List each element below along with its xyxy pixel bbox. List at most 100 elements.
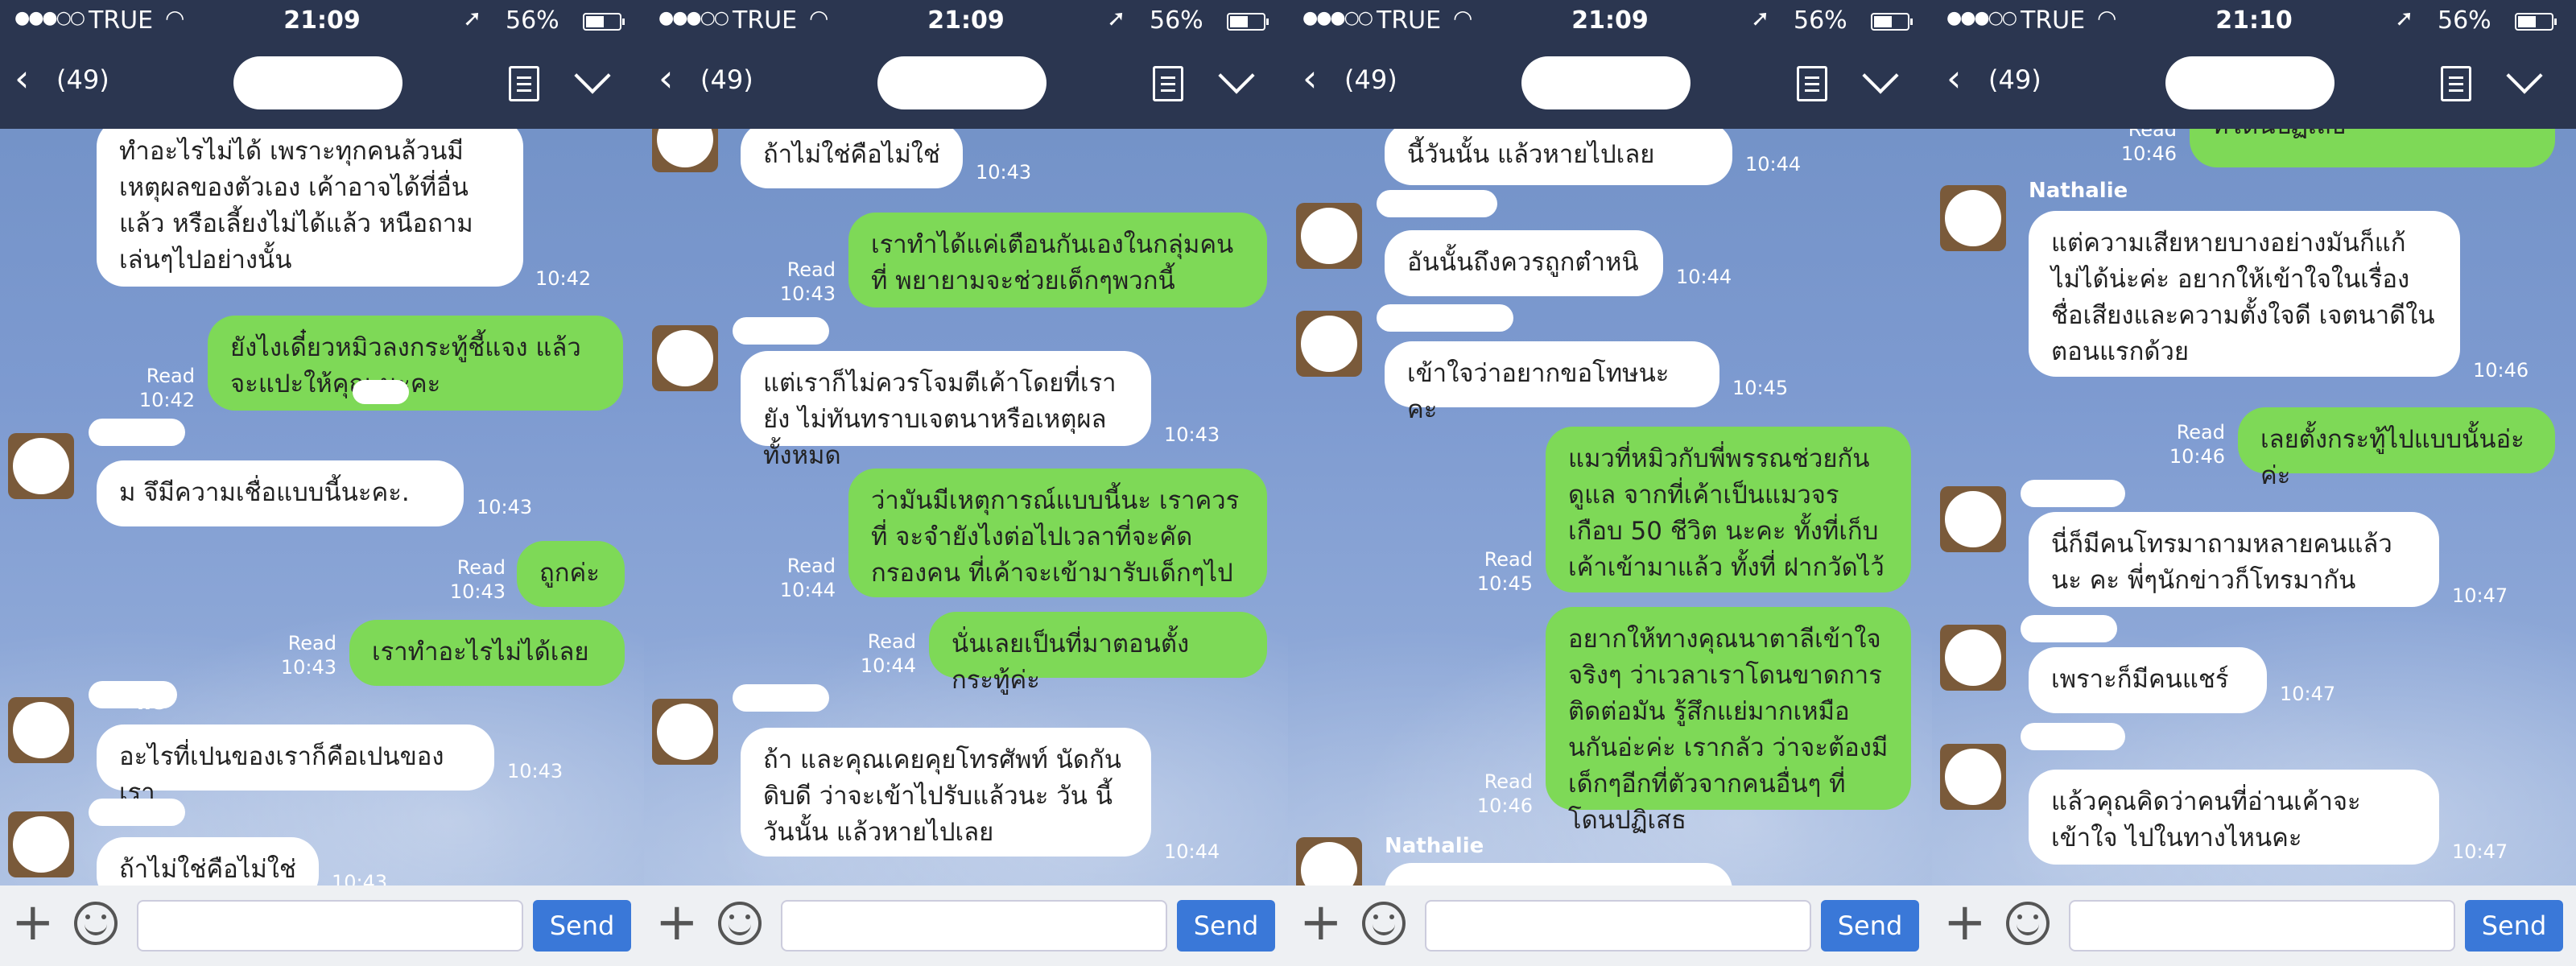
- message-bubble-outgoing: เราทำได้แค่เตือนกันเองในกลุ่มคนที่ พยายา…: [848, 213, 1267, 308]
- message-bubble-outgoing: แมวที่หมิวกับพี่พรรณช่วยกันดูแล จากที่เค…: [1546, 427, 1911, 592]
- avatar[interactable]: [1296, 837, 1362, 886]
- sender-name-redacted: [2021, 615, 2117, 642]
- message-bubble-incoming: ม จึมีความเชื่อแบบนี้นะคะ.: [97, 460, 464, 526]
- nav-bar: ‹ (49): [1288, 48, 1932, 121]
- status-bar: ●●●○○ TRUE ◠ 21:09 ➚ 56%: [1288, 0, 1932, 42]
- notes-icon[interactable]: [509, 66, 539, 101]
- message-list[interactable]: ทำอะไรไม่ได้ เพราะทุกคนล้วนมี เหตุผลของต…: [0, 129, 644, 886]
- message-time: 10:44: [1676, 266, 1732, 288]
- message-time: 10:46: [2120, 142, 2177, 165]
- status-bar: ●●●○○ TRUE ◠ 21:10 ➚ 56%: [1932, 0, 2576, 42]
- message-time: 10:47: [2452, 584, 2508, 607]
- plus-icon[interactable]: +: [11, 897, 55, 948]
- send-button[interactable]: Send: [2465, 900, 2563, 952]
- message-time: 10:46: [1476, 795, 1533, 817]
- message-bubble-outgoing: ถูกค่ะ: [517, 541, 625, 607]
- message-bubble-outgoing: ยังไงเดี๋ยวหมิวลงกระทู้ชี้แจง แล้วจะแปะใ…: [208, 316, 623, 411]
- avatar[interactable]: [652, 325, 718, 391]
- chevron-down-icon[interactable]: [1862, 57, 1899, 94]
- message-time: 10:44: [779, 579, 836, 601]
- avatar[interactable]: [1296, 311, 1362, 377]
- message-time: 10:43: [332, 871, 388, 886]
- unread-count[interactable]: (49): [1344, 64, 1397, 95]
- chevron-down-icon[interactable]: [1218, 57, 1255, 94]
- unread-count[interactable]: (49): [1988, 64, 2041, 95]
- avatar[interactable]: [1296, 203, 1362, 269]
- message-time: 10:42: [535, 267, 592, 290]
- message-bubble-incoming: ถ้าไม่ใช่คือไม่ใช่: [97, 837, 319, 886]
- message-list[interactable]: ถ้าไม่ใช่คือไม่ใช่ 10:43 เราทำได้แค่เตือ…: [644, 129, 1288, 886]
- message-list[interactable]: นี้วันนั้น แล้วหายไปเลย 10:44 อันนั้นถึง…: [1288, 129, 1932, 886]
- back-chevron-icon[interactable]: ‹: [658, 60, 673, 97]
- message-bubble-outgoing: เราทำอะไรไม่ได้เลย: [349, 620, 625, 686]
- battery-percent: 56%: [1150, 6, 1203, 35]
- chat-screen-4: ●●●○○ TRUE ◠ 21:10 ➚ 56% ‹ (49) ที่โดนปฏ…: [1932, 0, 2576, 966]
- message-time: 10:45: [1476, 572, 1533, 595]
- chevron-down-icon[interactable]: [2506, 57, 2543, 94]
- message-input[interactable]: [781, 900, 1167, 952]
- send-button[interactable]: Send: [1177, 900, 1275, 952]
- message-input[interactable]: [137, 900, 523, 952]
- plus-icon[interactable]: +: [1299, 897, 1343, 948]
- avatar[interactable]: [1940, 486, 2006, 552]
- message-list[interactable]: ที่โดนปฏิเสธ Read10:46 Nathalie แต่ความเ…: [1932, 129, 2576, 886]
- read-label: Read: [2176, 421, 2225, 444]
- send-button[interactable]: Send: [1821, 900, 1919, 952]
- notes-icon[interactable]: [1797, 66, 1827, 101]
- message-bubble-incoming: นี่ก็มีคนโทรมาถามหลายคนแล้วนะ คะ พี่ๆนัก…: [2029, 512, 2439, 607]
- unread-count[interactable]: (49): [700, 64, 753, 95]
- avatar[interactable]: [652, 129, 718, 172]
- back-chevron-icon[interactable]: ‹: [14, 60, 29, 97]
- composer-bar: + Send: [644, 886, 1288, 966]
- avatar[interactable]: [1940, 744, 2006, 810]
- message-time: 10:46: [2473, 359, 2529, 382]
- message-bubble-outgoing: เลยตั้งกระทู้ไปแบบนั้นอ่ะค่ะ: [2238, 407, 2555, 490]
- emoji-icon[interactable]: [74, 902, 118, 945]
- status-bar: ●●●○○ TRUE ◠ 21:09 ➚ 56%: [0, 0, 644, 42]
- chat-screen-2: ●●●○○ TRUE ◠ 21:09 ➚ 56% ‹ (49) ถ้าไม่ใช…: [644, 0, 1288, 966]
- message-input[interactable]: [2069, 900, 2455, 952]
- screenshot-strip: ●●●○○ TRUE ◠ 21:09 ➚ 56% ‹ (49) ทำอะไรไม…: [0, 0, 2576, 966]
- plus-icon[interactable]: +: [655, 897, 699, 948]
- location-arrow-icon: ➚: [463, 5, 482, 31]
- avatar[interactable]: [1940, 625, 2006, 691]
- back-chevron-icon[interactable]: ‹: [1946, 60, 1961, 97]
- avatar[interactable]: [652, 699, 718, 765]
- message-bubble-outgoing: นั่นเลยเป็นที่มาตอนตั้งกระทู้ค่ะ: [929, 612, 1267, 695]
- chevron-down-icon[interactable]: [574, 57, 611, 94]
- battery-icon: [2515, 13, 2557, 31]
- back-chevron-icon[interactable]: ‹: [1302, 60, 1317, 97]
- composer-bar: + Send: [0, 886, 644, 966]
- avatar[interactable]: [8, 811, 74, 877]
- battery-icon: [1871, 13, 1913, 31]
- plus-icon[interactable]: +: [1943, 897, 1987, 948]
- top-bar: ●●●○○ TRUE ◠ 21:10 ➚ 56% ‹ (49): [1932, 0, 2576, 129]
- redaction-mark: [353, 380, 409, 404]
- message-bubble-outgoing: ที่โดนปฏิเสธ: [2190, 129, 2555, 167]
- sender-name-redacted: [89, 799, 185, 826]
- emoji-icon[interactable]: [2006, 902, 2050, 945]
- send-button[interactable]: Send: [533, 900, 631, 952]
- message-bubble-incoming: ทำอะไรไม่ได้ เพราะทุกคนล้วนมี เหตุผลของต…: [97, 129, 523, 287]
- message-time: 10:47: [2452, 840, 2508, 863]
- avatar[interactable]: [8, 697, 74, 763]
- message-time: 10:44: [1164, 840, 1220, 863]
- read-label: Read: [786, 258, 836, 281]
- notes-icon[interactable]: [2441, 66, 2471, 101]
- sender-name: lie: [2085, 480, 2114, 504]
- avatar[interactable]: [1940, 185, 2006, 251]
- unread-count[interactable]: (49): [56, 64, 109, 95]
- sender-name: lie: [137, 691, 166, 715]
- emoji-icon[interactable]: [1362, 902, 1406, 945]
- message-time: 10:42: [138, 389, 195, 411]
- emoji-icon[interactable]: [718, 902, 762, 945]
- message-time: 10:43: [779, 283, 836, 305]
- notes-icon[interactable]: [1153, 66, 1183, 101]
- nav-bar: ‹ (49): [0, 48, 644, 121]
- avatar[interactable]: [8, 433, 74, 499]
- message-bubble-incoming: แต่ความเสียหายบางอย่างมันก็แก้ ไม่ได้น่ะ…: [2029, 211, 2460, 377]
- contact-name-redacted: [1521, 56, 1690, 109]
- message-bubble-incoming: เข้าใจว่าอยากขอโทษนะคะ: [1385, 341, 1719, 424]
- message-bubble-incoming: ถ้าไม่ใช่คือไม่ใช่: [741, 129, 963, 188]
- message-input[interactable]: [1425, 900, 1811, 952]
